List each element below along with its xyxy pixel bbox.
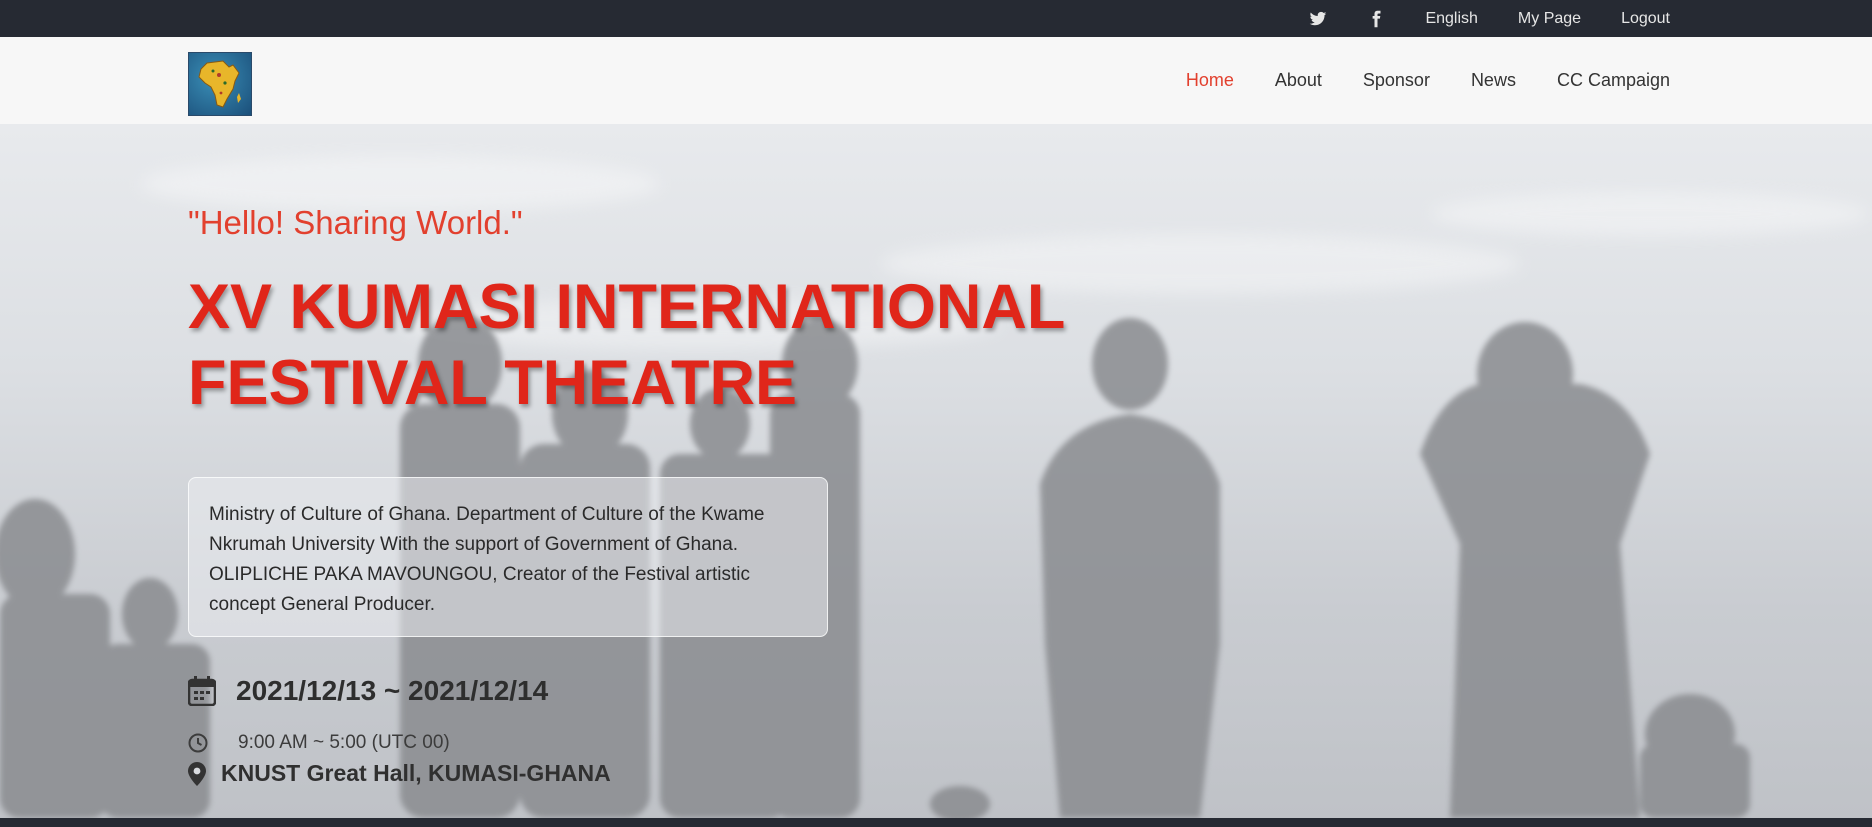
nav-about[interactable]: About [1275, 70, 1322, 91]
event-time-row: 9:00 AM ~ 5:00 (UTC 00) [188, 732, 450, 754]
event-location-row: KNUST Great Hall, KUMASI-GHANA [188, 760, 611, 787]
event-date: 2021/12/13 ~ 2021/12/14 [236, 675, 549, 706]
language-link[interactable]: English [1425, 10, 1477, 28]
calendar-icon [188, 676, 216, 706]
festival-description: Ministry of Culture of Ghana. Department… [188, 477, 828, 637]
festival-title-line-2: FESTIVAL THEATRE [188, 348, 798, 418]
logout-link[interactable]: Logout [1621, 10, 1670, 28]
top-bar: English My Page Logout [0, 0, 1872, 37]
event-location: KNUST Great Hall, KUMASI-GHANA [221, 760, 611, 786]
my-page-link[interactable]: My Page [1518, 10, 1581, 28]
festival-title: XV KUMASI INTERNATIONAL FESTIVAL THEATRE [188, 269, 1088, 421]
africa-map-logo[interactable] [188, 52, 252, 116]
event-time: 9:00 AM ~ 5:00 (UTC 00) [238, 732, 450, 753]
nav-home[interactable]: Home [1186, 70, 1234, 91]
primary-nav: Home About Sponsor News CC Campaign [1186, 37, 1670, 124]
twitter-icon[interactable] [1309, 10, 1327, 28]
hero-tagline: "Hello! Sharing World." [188, 204, 523, 241]
nav-news[interactable]: News [1471, 70, 1516, 91]
map-pin-icon [188, 761, 206, 786]
hero-banner: "Hello! Sharing World." XV KUMASI INTERN… [0, 124, 1872, 818]
nav-cc-campaign[interactable]: CC Campaign [1557, 70, 1670, 91]
festival-title-line-1: XV KUMASI INTERNATIONAL [188, 272, 1066, 342]
facebook-icon[interactable] [1367, 10, 1385, 28]
bottom-strip [0, 818, 1872, 827]
main-navbar: Home About Sponsor News CC Campaign [0, 37, 1872, 125]
event-date-row: 2021/12/13 ~ 2021/12/14 [188, 675, 548, 707]
clock-icon [188, 733, 208, 753]
top-bar-links: English My Page Logout [1309, 0, 1670, 37]
nav-sponsor[interactable]: Sponsor [1363, 70, 1430, 91]
